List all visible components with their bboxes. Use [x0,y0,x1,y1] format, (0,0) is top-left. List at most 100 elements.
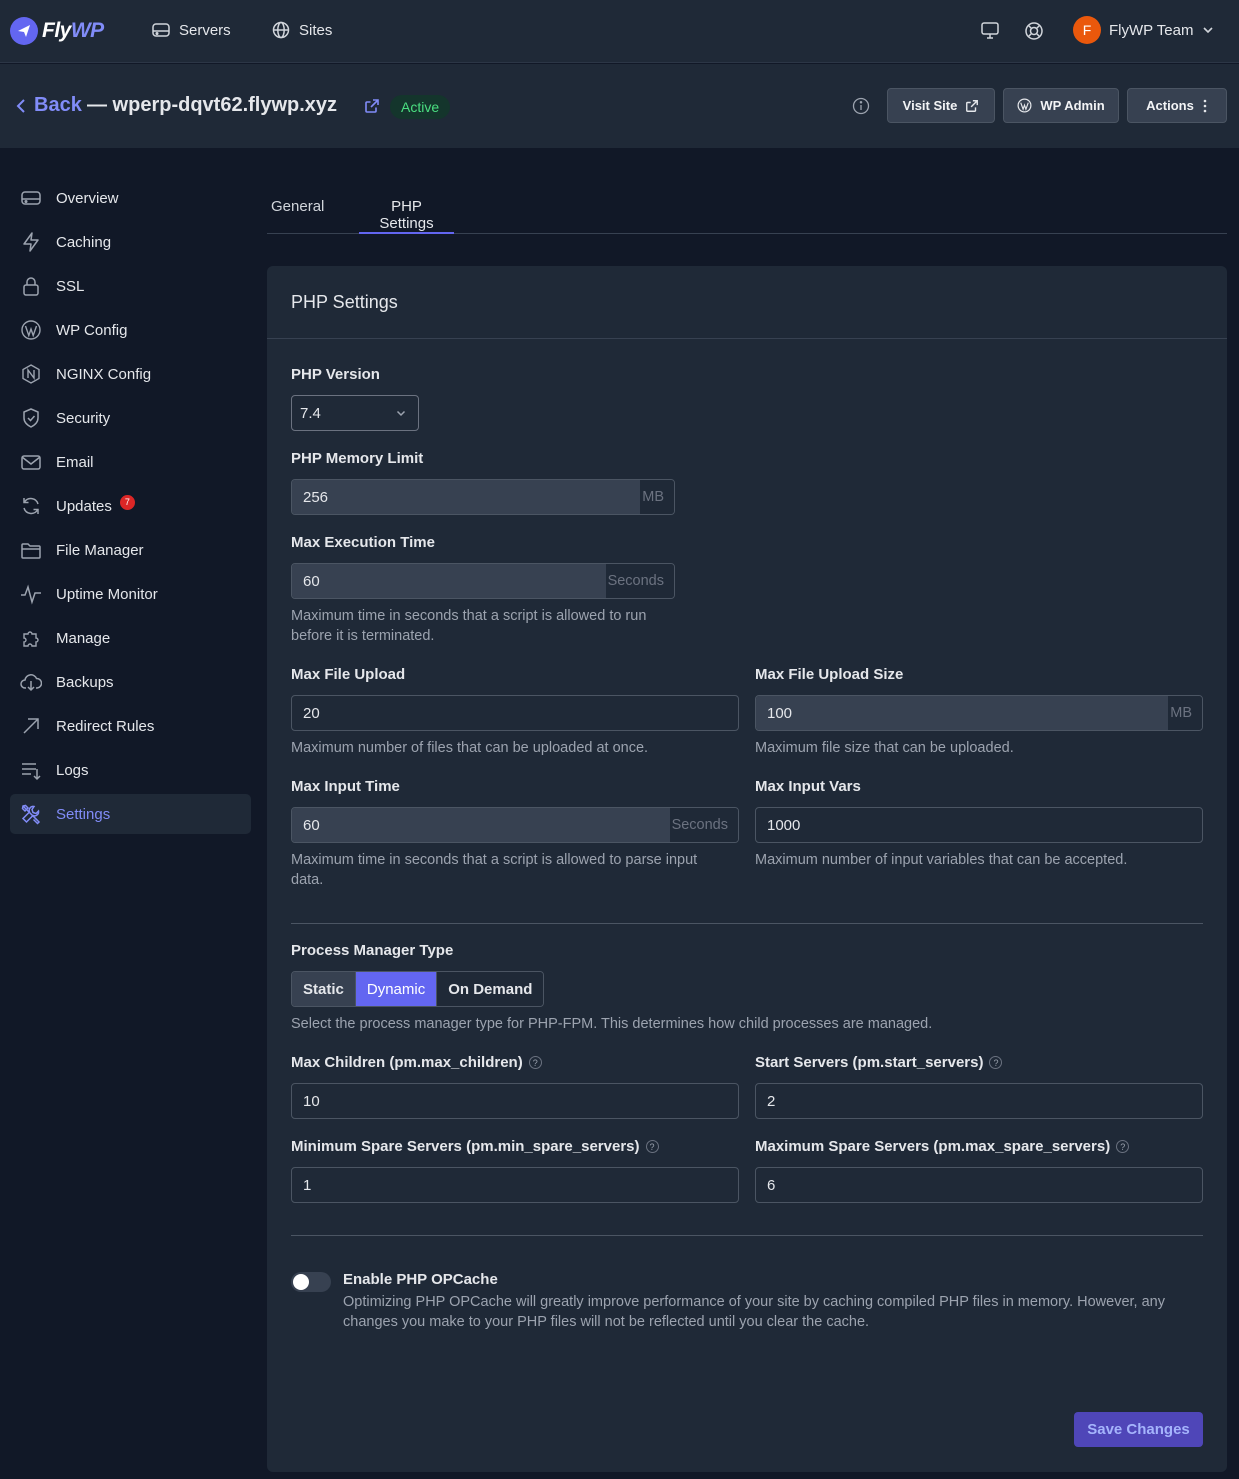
sidebar-item-ssl[interactable]: SSL [10,266,251,306]
max-file-upload-label: Max File Upload [291,666,406,683]
bolt-icon [20,231,42,253]
sidebar-item-nginx-config[interactable]: NGINX Config [10,354,251,394]
visit-site-button[interactable]: Visit Site [887,88,995,123]
help-circle-icon[interactable]: ? [645,1140,659,1153]
team-switcher[interactable]: F FlyWP Team [1073,16,1215,44]
info-icon[interactable] [852,97,870,115]
max-input-time-input[interactable] [292,808,670,842]
memory-limit-input[interactable] [292,480,641,514]
start-servers-input[interactable] [756,1084,1202,1118]
help-circle-icon[interactable]: ? [989,1056,1003,1069]
php-version-label: PHP Version [291,366,380,383]
sidebar-item-overview[interactable]: Overview [10,178,251,218]
logo-text: FlyWP [42,19,104,42]
sidebar-item-label: Redirect Rules [56,717,155,735]
pm-type-on-demand[interactable]: On Demand [437,972,544,1006]
external-link-icon [966,99,979,112]
tab-php-settings[interactable]: PHP Settings [359,186,454,234]
puzzle-icon [20,627,42,649]
nav-servers[interactable]: Servers [151,20,231,40]
max-execution-label: Max Execution Time [291,534,435,551]
card-title: PHP Settings [291,292,398,312]
max-spare-field [755,1167,1203,1203]
opcache-toggle[interactable] [291,1272,331,1292]
max-upload-size-input[interactable] [756,696,1169,730]
sidebar-item-file-manager[interactable]: File Manager [10,530,251,570]
max-execution-input[interactable] [292,564,606,598]
help-circle-icon[interactable]: ? [528,1056,542,1069]
pm-type-label: Process Manager Type [291,942,454,959]
max-children-input[interactable] [292,1084,738,1118]
sidebar-item-security[interactable]: Security [10,398,251,438]
max-input-vars-input[interactable] [756,808,1202,842]
sidebar-item-updates[interactable]: Updates 7 [10,486,251,526]
max-upload-size-help: Maximum file size that can be uploaded. [755,740,1014,756]
avatar: F [1073,16,1101,44]
pulse-icon [20,583,42,605]
sidebar-item-label: Overview [56,189,119,207]
sidebar-item-uptime-monitor[interactable]: Uptime Monitor [10,574,251,614]
sidebar-item-logs[interactable]: Logs [10,750,251,790]
php-version-select[interactable]: 7.4 [291,395,419,431]
max-spare-input[interactable] [756,1168,1202,1202]
sidebar-item-caching[interactable]: Caching [10,222,251,262]
sidebar-item-label: Email [56,453,94,471]
max-input-vars-field [755,807,1203,843]
nav-sites[interactable]: Sites [271,20,332,40]
sidebar-item-label: Uptime Monitor [56,585,158,603]
external-link-icon[interactable] [364,98,380,114]
arrow-up-right-icon [20,715,42,737]
sidebar-item-manage[interactable]: Manage [10,618,251,658]
save-changes-button[interactable]: Save Changes [1074,1412,1203,1447]
max-children-field [291,1083,739,1119]
wordpress-icon [1017,98,1032,113]
sidebar-item-settings[interactable]: Settings [10,794,251,834]
min-spare-input[interactable] [292,1168,738,1202]
sidebar-item-backups[interactable]: Backups [10,662,251,702]
php-settings-card: PHP Settings PHP Version 7.4 PHP Memory … [267,266,1227,1472]
section-divider [291,1235,1203,1236]
monitor-icon[interactable] [979,20,1001,42]
start-servers-label: Start Servers (pm.start_servers) ? [755,1054,1003,1071]
pm-type-static[interactable]: Static [292,972,356,1006]
lock-icon [20,275,42,297]
chevron-left-icon [16,98,25,113]
back-label: Back [34,94,82,116]
max-input-time-help: Maximum time in seconds that a script is… [291,852,698,888]
sidebar-item-label: NGINX Config [56,365,152,383]
memory-limit-field: MB [291,479,675,515]
card-divider [267,338,1227,339]
flywp-logo[interactable]: FlyWP [10,17,104,45]
lifebuoy-icon[interactable] [1023,20,1045,42]
visit-site-label: Visit Site [902,98,958,113]
max-upload-size-field: MB [755,695,1203,731]
team-name: FlyWP Team [1109,21,1194,39]
back-link[interactable]: Back [14,94,82,117]
sidebar-item-redirect-rules[interactable]: Redirect Rules [10,706,251,746]
sidebar-item-label: WP Config [56,321,128,339]
wp-admin-button[interactable]: WP Admin [1003,88,1119,123]
sidebar-item-label: File Manager [56,541,144,559]
top-navbar: FlyWP Servers Sites F FlyWP Team [0,0,1239,63]
pm-type-dynamic[interactable]: Dynamic [355,972,438,1006]
globe-icon [272,21,290,39]
page-title: — wperp-dqvt62.flywp.xyz [87,94,338,116]
help-circle-icon[interactable]: ? [1116,1140,1130,1153]
sidebar-item-label: Updates [56,497,112,515]
tools-icon [20,803,42,825]
max-input-time-label: Max Input Time [291,778,400,795]
start-servers-field [755,1083,1203,1119]
sidebar-item-email[interactable]: Email [10,442,251,482]
max-spare-label: Maximum Spare Servers (pm.max_spare_serv… [755,1138,1130,1155]
max-upload-size-suffix: MB [1168,696,1202,730]
actions-button[interactable]: Actions [1127,88,1227,123]
max-file-upload-input[interactable] [292,696,738,730]
sidebar-item-wp-config[interactable]: WP Config [10,310,251,350]
wp-admin-label: WP Admin [1040,98,1105,113]
min-spare-label-text: Minimum Spare Servers (pm.min_spare_serv… [291,1138,640,1155]
nginx-icon [20,363,42,385]
section-divider [291,923,1203,924]
max-file-upload-field [291,695,739,731]
server-icon [20,187,42,209]
tab-general[interactable]: General [267,186,328,234]
